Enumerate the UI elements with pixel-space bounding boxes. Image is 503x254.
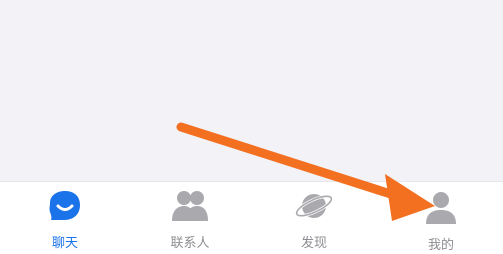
- content-area: [0, 0, 503, 181]
- tab-contacts[interactable]: 联系人: [150, 188, 230, 252]
- tab-contacts-label: 联系人: [170, 236, 210, 251]
- tab-discover[interactable]: 发现: [274, 188, 354, 252]
- chat-bubble-icon: [49, 191, 80, 220]
- contacts-icon: [172, 191, 208, 221]
- bottom-tab-bar: 聊天 联系人 发现 我的: [0, 181, 503, 254]
- tab-discover-label: 发现: [300, 236, 327, 251]
- tab-me-label: 我的: [427, 238, 454, 253]
- user-icon: [426, 192, 456, 224]
- tab-me[interactable]: 我的: [401, 190, 481, 254]
- tab-chat-label: 聊天: [51, 236, 78, 251]
- tab-chat[interactable]: 聊天: [25, 188, 105, 252]
- planet-icon: [295, 194, 333, 218]
